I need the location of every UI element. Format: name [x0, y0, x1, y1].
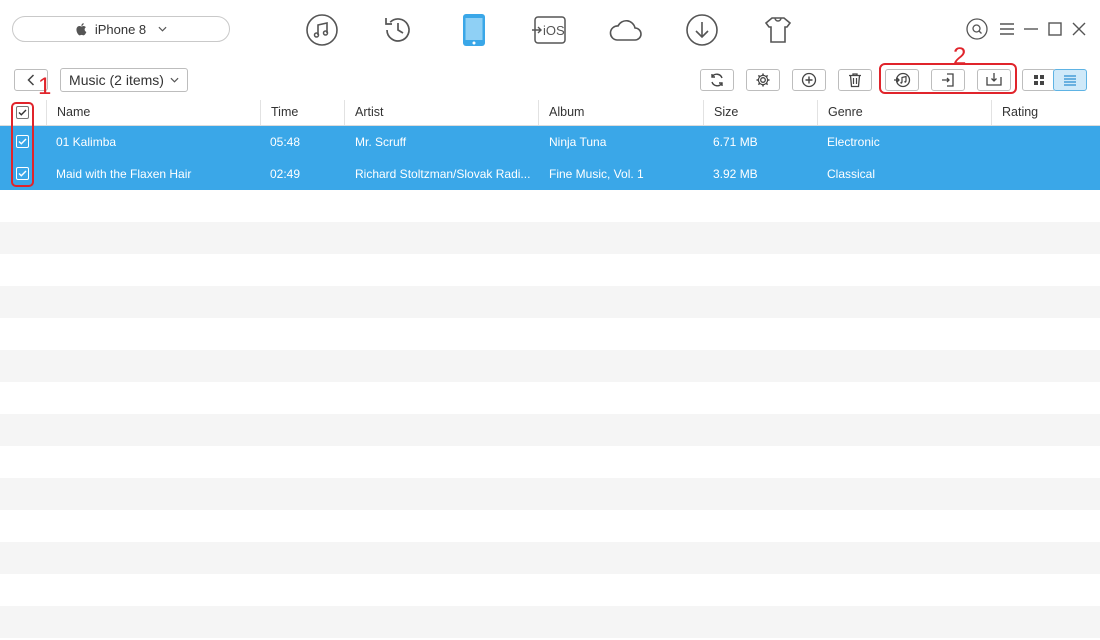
device-selector[interactable]: iPhone 8 [12, 16, 230, 42]
table-row[interactable]: 01 Kalimba 05:48 Mr. Scruff Ninja Tuna 6… [0, 126, 1100, 158]
empty-row [0, 222, 1100, 254]
cell-album: Fine Music, Vol. 1 [549, 167, 644, 181]
delete-button[interactable] [838, 69, 872, 91]
maximize-icon[interactable] [1044, 18, 1066, 40]
music-icon[interactable] [302, 10, 342, 50]
apple-icon [76, 23, 87, 36]
chevron-down-icon [158, 26, 167, 32]
annotation-label-2: 2 [953, 43, 967, 70]
empty-row [0, 254, 1100, 286]
cell-time: 05:48 [270, 135, 301, 149]
to-ios-label: iOS [543, 23, 565, 38]
chevron-left-icon [27, 74, 35, 86]
column-album[interactable]: Album [538, 100, 703, 125]
refresh-icon [711, 73, 723, 87]
settings-icon [756, 73, 770, 87]
chevron-down-icon [170, 77, 179, 83]
cell-time: 02:49 [270, 167, 301, 181]
history-icon[interactable] [378, 10, 418, 50]
cell-genre: Classical [827, 167, 876, 181]
table-header: Name Time Artist Album Size Genre Rating [0, 100, 1100, 126]
add-button[interactable] [792, 69, 826, 91]
cell-album: Ninja Tuna [549, 135, 607, 149]
empty-row [0, 382, 1100, 414]
cell-rating [1001, 126, 1096, 158]
cloud-icon[interactable] [606, 10, 646, 50]
empty-row [0, 446, 1100, 478]
cell-size: 6.71 MB [713, 135, 758, 149]
top-bar: iPhone 8 iOS [0, 0, 1100, 61]
empty-row [0, 318, 1100, 350]
cell-name: Maid with the Flaxen Hair [56, 167, 192, 181]
column-size[interactable]: Size [703, 100, 817, 125]
empty-row [0, 574, 1100, 606]
column-genre[interactable]: Genre [817, 100, 991, 125]
search-icon[interactable] [966, 18, 988, 40]
delete-icon [849, 73, 861, 88]
cell-artist: Richard Stoltzman/Slovak Radi... [355, 167, 531, 181]
list-view-icon [1064, 75, 1076, 86]
empty-row [0, 286, 1100, 318]
add-icon [801, 72, 817, 88]
empty-row [0, 606, 1100, 638]
table-row[interactable]: Maid with the Flaxen Hair 02:49 Richard … [0, 158, 1100, 190]
grid-view-button[interactable] [1022, 69, 1056, 91]
refresh-button[interactable] [700, 69, 734, 91]
cell-name: 01 Kalimba [56, 135, 117, 149]
annotation-box-1 [11, 102, 34, 187]
minimize-icon[interactable] [1020, 18, 1042, 40]
list-view-button[interactable] [1053, 69, 1087, 91]
phone-icon[interactable] [454, 10, 494, 50]
device-name: iPhone 8 [94, 21, 147, 37]
cell-size: 3.92 MB [713, 167, 758, 181]
menu-icon[interactable] [996, 18, 1018, 40]
music-table: Name Time Artist Album Size Genre Rating… [0, 100, 1100, 638]
to-ios-icon[interactable]: iOS [530, 10, 570, 50]
annotation-box-2 [879, 63, 1017, 94]
grid-view-icon [1034, 75, 1044, 85]
empty-row [0, 542, 1100, 574]
empty-row [0, 478, 1100, 510]
category-label: Music (2 items) [69, 72, 164, 88]
empty-row [0, 510, 1100, 542]
column-name[interactable]: Name [46, 100, 260, 125]
column-artist[interactable]: Artist [344, 100, 538, 125]
empty-row [0, 190, 1100, 222]
settings-button[interactable] [746, 69, 780, 91]
column-rating[interactable]: Rating [991, 100, 1100, 125]
cell-genre: Electronic [827, 135, 880, 149]
empty-row [0, 414, 1100, 446]
shirt-icon[interactable] [758, 10, 798, 50]
annotation-label-1: 1 [38, 73, 52, 100]
download-icon[interactable] [682, 10, 722, 50]
column-time[interactable]: Time [260, 100, 344, 125]
close-icon[interactable] [1068, 18, 1090, 40]
category-selector[interactable]: Music (2 items) [60, 68, 188, 92]
empty-row [0, 350, 1100, 382]
cell-artist: Mr. Scruff [355, 135, 407, 149]
cell-rating [1001, 158, 1096, 190]
